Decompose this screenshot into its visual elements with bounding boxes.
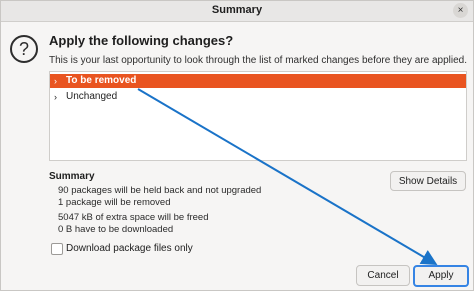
chevron-right-icon[interactable]: › [54, 74, 64, 88]
dialog-heading: Apply the following changes? [49, 33, 234, 48]
summary-space-freed: 5047 kB of extra space will be freed [58, 212, 209, 223]
download-only-checkbox[interactable] [51, 243, 63, 255]
tree-row-unchanged[interactable]: › Unchanged [50, 90, 466, 104]
download-only-label[interactable]: Download package files only [66, 243, 193, 254]
question-icon: ? [10, 35, 38, 63]
summary-heading: Summary [49, 171, 95, 182]
summary-dialog: Summary × ? Apply the following changes?… [0, 0, 474, 291]
show-details-button[interactable]: Show Details [390, 171, 466, 191]
cancel-button[interactable]: Cancel [356, 265, 410, 286]
summary-download-size: 0 B have to be downloaded [58, 224, 174, 235]
tree-row-label: To be removed [66, 75, 137, 86]
close-button[interactable]: × [453, 3, 468, 18]
chevron-right-icon[interactable]: › [54, 90, 64, 104]
dialog-description: This is your last opportunity to look th… [49, 55, 468, 66]
apply-button[interactable]: Apply [413, 265, 469, 287]
tree-row-to-be-removed[interactable]: › To be removed [50, 74, 466, 88]
tree-row-label: Unchanged [66, 91, 118, 102]
summary-held-back: 90 packages will be held back and not up… [58, 185, 262, 196]
summary-removed: 1 package will be removed [58, 197, 171, 208]
window-title: Summary [211, 4, 263, 16]
title-bar: Summary × [1, 1, 473, 22]
changes-tree[interactable]: › To be removed › Unchanged [49, 71, 467, 161]
close-icon: × [457, 5, 464, 16]
